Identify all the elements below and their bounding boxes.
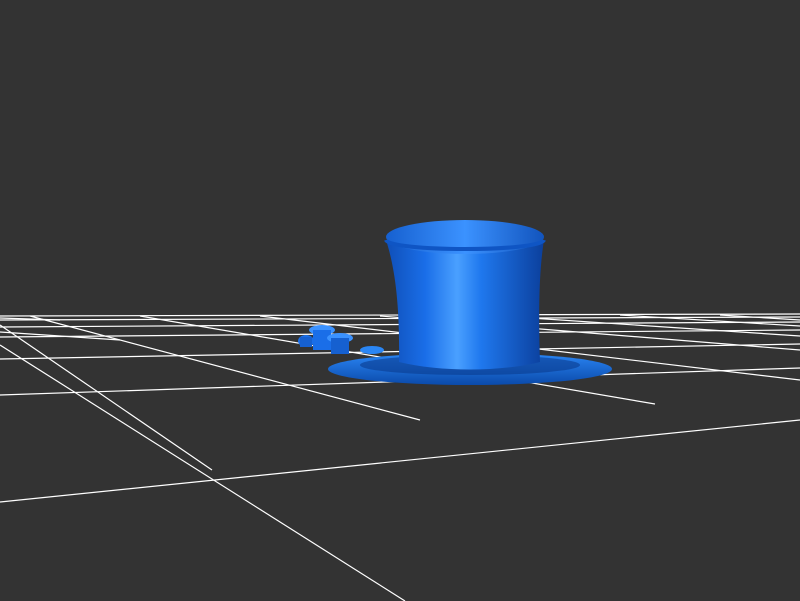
grid-line	[0, 324, 213, 471]
3d-viewport[interactable]	[0, 0, 800, 601]
button-shape	[300, 337, 312, 347]
hat-crown	[386, 240, 544, 370]
top-hat-model[interactable]	[328, 220, 612, 385]
button-shape	[331, 338, 349, 354]
scene-canvas[interactable]	[0, 0, 800, 601]
grid-line	[0, 419, 800, 503]
button-shape	[360, 346, 384, 354]
grid-line	[499, 315, 800, 337]
